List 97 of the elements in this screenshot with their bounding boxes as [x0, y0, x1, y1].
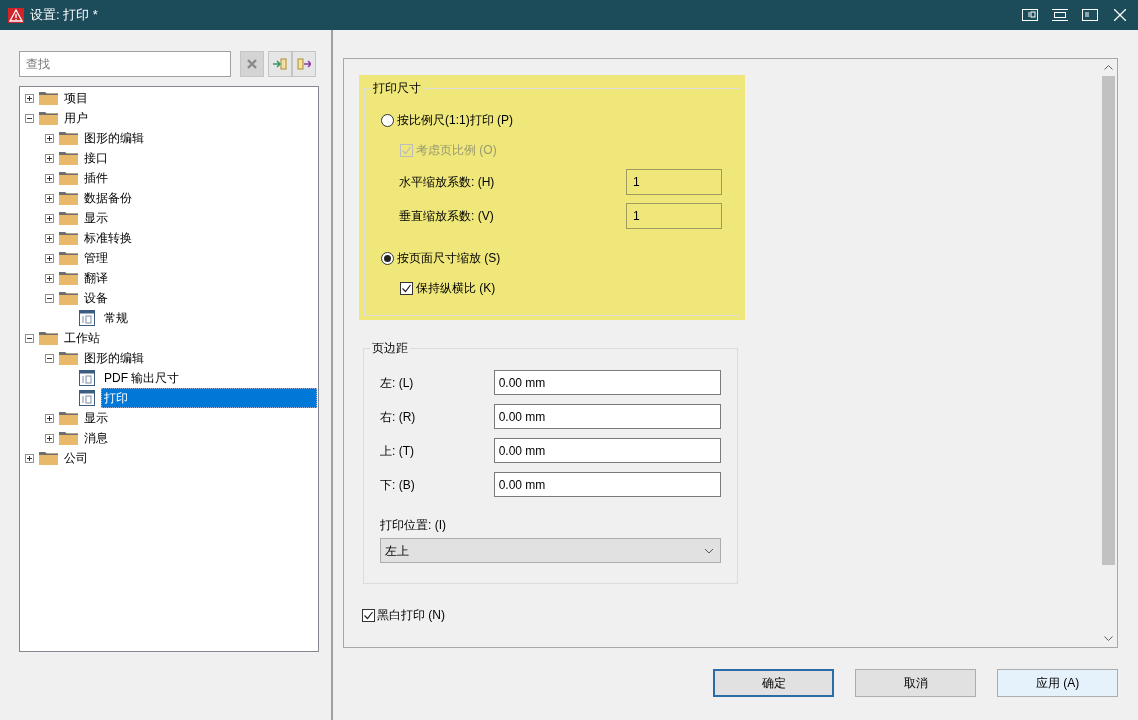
- arrow-into-panel-icon: [273, 58, 287, 70]
- position-dropdown[interactable]: 左上: [380, 538, 721, 563]
- folder-icon: [59, 431, 78, 445]
- tree-item[interactable]: 显示: [81, 408, 111, 428]
- folder-icon: [59, 251, 78, 265]
- folder-icon: [59, 171, 78, 185]
- checkbox-label: 黑白打印 (N): [377, 607, 445, 624]
- tree-item[interactable]: 工作站: [61, 328, 103, 348]
- radio-button[interactable]: [381, 113, 394, 127]
- tree-item[interactable]: 管理: [81, 248, 111, 268]
- panel-left-icon[interactable]: [1082, 9, 1098, 21]
- tree-item[interactable]: 接口: [81, 148, 111, 168]
- margin-field[interactable]: 0.00 mm: [493, 404, 721, 429]
- expand-toggle[interactable]: [45, 213, 54, 223]
- expand-toggle[interactable]: [25, 453, 34, 463]
- close-icon[interactable]: [1114, 9, 1126, 21]
- tree-item[interactable]: 翻译: [81, 268, 111, 288]
- window-title: 设置: 打印 *: [30, 6, 98, 25]
- field-label: 垂直缩放系数: (V): [399, 208, 494, 225]
- radio-label: 按页面尺寸缩放 (S): [397, 250, 501, 267]
- tree-item[interactable]: 插件: [81, 168, 111, 188]
- field-label: 打印位置: (I): [380, 518, 447, 532]
- expand-toggle[interactable]: [45, 433, 54, 443]
- expand-toggle[interactable]: [45, 233, 54, 243]
- tree-item[interactable]: 用户: [61, 108, 91, 128]
- expand-toggle[interactable]: [45, 413, 54, 423]
- tree-item[interactable]: 打印: [101, 388, 317, 408]
- expand-toggle[interactable]: [45, 273, 54, 283]
- radio-label: 按比例尺(1:1)打印 (P): [397, 112, 513, 129]
- scroll-up-icon[interactable]: [1104, 65, 1113, 70]
- arrow-out-panel-icon: [297, 58, 311, 70]
- tree-item[interactable]: 项目: [61, 88, 91, 108]
- folder-icon: [59, 291, 78, 305]
- checkbox[interactable]: [400, 281, 413, 295]
- field-label: 上: (T): [380, 442, 415, 460]
- folder-icon: [59, 131, 78, 145]
- folder-icon: [59, 351, 78, 365]
- field-label: 水平缩放系数: (H): [399, 174, 495, 191]
- collapse-toggle[interactable]: [25, 113, 34, 123]
- chevron-down-icon: [704, 547, 714, 554]
- expand-toggle[interactable]: [25, 93, 34, 103]
- tree-item[interactable]: 公司: [61, 448, 91, 468]
- expand-toggle[interactable]: [45, 193, 54, 203]
- margin-field[interactable]: 0.00 mm: [493, 370, 721, 395]
- checkbox[interactable]: [362, 608, 375, 622]
- folder-icon: [39, 91, 58, 105]
- scroll-thumb[interactable]: [1102, 76, 1115, 565]
- settings-page-icon: [79, 390, 95, 406]
- dialog-button[interactable]: 取消: [855, 669, 976, 697]
- folder-icon: [59, 191, 78, 205]
- tree-item[interactable]: 标准转换: [81, 228, 135, 248]
- collapse-toggle[interactable]: [45, 353, 54, 363]
- tree-item[interactable]: 常规: [101, 308, 131, 328]
- expand-toggle[interactable]: [45, 253, 54, 263]
- expand-toggle[interactable]: [45, 133, 54, 143]
- collapse-toggle[interactable]: [45, 293, 54, 303]
- expand-toggle[interactable]: [45, 173, 54, 183]
- field-label: 右: (R): [380, 408, 417, 426]
- settings-page-icon: [79, 310, 95, 326]
- expand-toggle[interactable]: [45, 153, 54, 163]
- folder-icon: [59, 151, 78, 165]
- folder-icon: [39, 451, 58, 465]
- folder-icon: [59, 211, 78, 225]
- tree-item[interactable]: 显示: [81, 208, 111, 228]
- checkbox-label: 考虑页比例 (O): [416, 142, 497, 159]
- field-label: 下: (B): [380, 476, 416, 494]
- tree-item[interactable]: 图形的编辑: [81, 128, 147, 148]
- tree-item[interactable]: 图形的编辑: [81, 348, 147, 368]
- group-title: 打印尺寸: [371, 81, 423, 95]
- folder-icon: [39, 331, 58, 345]
- panel-right-icon[interactable]: [1022, 9, 1038, 21]
- warning-icon: [8, 7, 24, 23]
- scale-field[interactable]: 1: [626, 203, 722, 229]
- settings-page-icon: [79, 370, 95, 386]
- folder-icon: [59, 231, 78, 245]
- margin-field[interactable]: 0.00 mm: [493, 472, 721, 497]
- folder-icon: [59, 271, 78, 285]
- scroll-down-icon[interactable]: [1104, 636, 1113, 641]
- checkbox-label: 保持纵横比 (K): [416, 280, 496, 297]
- tree-item[interactable]: 数据备份: [81, 188, 135, 208]
- scale-field[interactable]: 1: [626, 169, 722, 195]
- close-icon: [247, 59, 257, 69]
- collapse-toggle[interactable]: [25, 333, 34, 343]
- tree-item[interactable]: 消息: [81, 428, 111, 448]
- dialog-button[interactable]: 应用 (A): [997, 669, 1118, 697]
- group-title: 页边距: [370, 341, 410, 355]
- export-button[interactable]: [292, 51, 316, 77]
- radio-button[interactable]: [381, 251, 394, 265]
- field-label: 左: (L): [380, 374, 415, 392]
- margin-field[interactable]: 0.00 mm: [493, 438, 721, 463]
- panel-center-icon[interactable]: [1052, 9, 1068, 21]
- search-field[interactable]: 查找: [19, 51, 231, 77]
- folder-icon: [59, 411, 78, 425]
- tree-item[interactable]: PDF 输出尺寸: [101, 368, 183, 388]
- tree-item[interactable]: 设备: [81, 288, 111, 308]
- dialog-button[interactable]: 确定: [713, 669, 834, 697]
- folder-icon: [39, 111, 58, 125]
